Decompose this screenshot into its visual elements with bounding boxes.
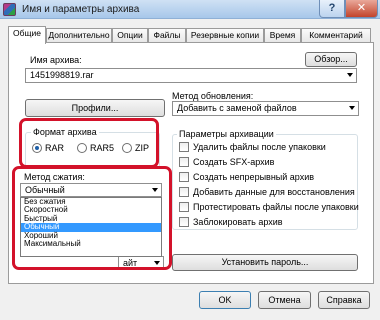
compression-highlight bbox=[12, 166, 172, 270]
tab-comment[interactable]: Комментарий bbox=[301, 28, 371, 43]
checkbox-label: Протестировать файлы после упаковки bbox=[193, 202, 359, 212]
archive-params-title: Параметры архивации bbox=[177, 129, 276, 139]
checkbox-label: Добавить данные для восстановления bbox=[193, 187, 355, 197]
tab-files[interactable]: Файлы bbox=[148, 28, 186, 43]
checkbox-icon bbox=[179, 187, 189, 197]
checkbox-label: Удалить файлы после упаковки bbox=[193, 142, 326, 152]
checkbox-label: Создать SFX-архив bbox=[193, 157, 275, 167]
checkbox-test[interactable]: Протестировать файлы после упаковки bbox=[179, 202, 359, 212]
format-highlight bbox=[19, 118, 159, 168]
checkbox-solid[interactable]: Создать непрерывный архив bbox=[179, 172, 314, 182]
window-title: Имя и параметры архива bbox=[22, 4, 140, 15]
ok-button[interactable]: OK bbox=[199, 291, 251, 309]
update-method-select[interactable]: Добавить с заменой файлов bbox=[172, 101, 359, 116]
browse-button[interactable]: Обзор... bbox=[305, 52, 357, 67]
set-password-button[interactable]: Установить пароль... bbox=[172, 254, 358, 271]
checkbox-icon bbox=[179, 142, 189, 152]
tab-options[interactable]: Опции bbox=[112, 28, 148, 43]
tab-backup[interactable]: Резервные копии bbox=[186, 28, 264, 43]
chevron-down-icon bbox=[349, 106, 355, 110]
update-method-label: Метод обновления: bbox=[172, 91, 254, 101]
archive-name-label: Имя архива: bbox=[30, 55, 82, 65]
close-icon[interactable]: ✕ bbox=[345, 0, 378, 18]
help-button[interactable]: Справка bbox=[318, 291, 370, 309]
cancel-button[interactable]: Отмена bbox=[258, 291, 311, 309]
checkbox-icon bbox=[179, 217, 189, 227]
tab-advanced[interactable]: Дополнительно bbox=[46, 28, 112, 43]
checkbox-icon bbox=[179, 157, 189, 167]
checkbox-icon bbox=[179, 202, 189, 212]
checkbox-lock[interactable]: Заблокировать архив bbox=[179, 217, 283, 227]
winrar-icon bbox=[3, 3, 16, 16]
tab-general[interactable]: Общие bbox=[8, 26, 46, 44]
tab-strip: Общие Дополнительно Опции Файлы Резервны… bbox=[8, 26, 374, 44]
checkbox-label: Заблокировать архив bbox=[193, 217, 283, 227]
tab-time[interactable]: Время bbox=[264, 28, 301, 43]
checkbox-sfx[interactable]: Создать SFX-архив bbox=[179, 157, 274, 167]
checkbox-label: Создать непрерывный архив bbox=[193, 172, 315, 182]
profiles-button[interactable]: Профили... bbox=[25, 99, 165, 117]
update-method-value: Добавить с заменой файлов bbox=[177, 103, 297, 113]
checkbox-recovery[interactable]: Добавить данные для восстановления bbox=[179, 187, 355, 197]
help-icon[interactable]: ? bbox=[319, 0, 345, 18]
chevron-down-icon bbox=[347, 73, 353, 77]
checkbox-delete-files[interactable]: Удалить файлы после упаковки bbox=[179, 142, 326, 152]
archive-name-value: 1451998819.rar bbox=[30, 70, 94, 80]
title-bar: Имя и параметры архива ? ✕ bbox=[0, 0, 380, 19]
checkbox-icon bbox=[179, 172, 189, 182]
archive-name-field[interactable]: 1451998819.rar bbox=[25, 68, 357, 83]
